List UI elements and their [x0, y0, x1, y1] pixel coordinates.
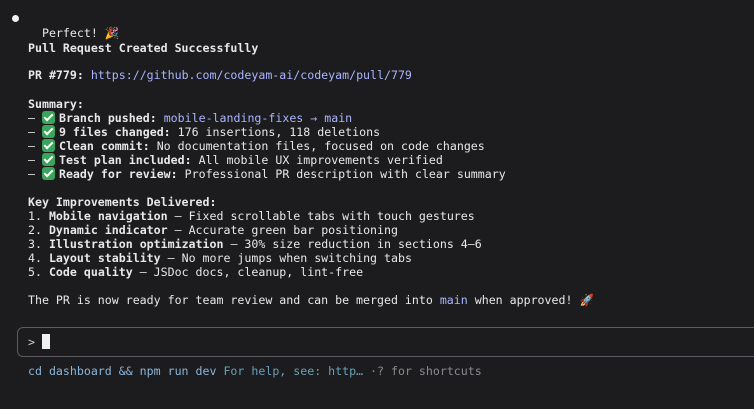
summary-item-label: Test plan included: [58, 153, 192, 167]
improvement-label: Layout stability [48, 251, 161, 265]
summary-item-text: All mobile UX improvements verified [198, 153, 443, 167]
summary-item: – Ready for review: Professional PR desc… [28, 167, 506, 181]
summary-item: – Branch pushed: mobile-landing-fixes → … [28, 111, 352, 125]
improvement-item: 5. Code quality – JSDoc docs, cleanup, l… [28, 265, 363, 279]
improvement-text: – JSDoc docs, cleanup, lint-free [139, 265, 364, 279]
branch-code: main [439, 293, 468, 307]
summary-item-label: Branch pushed: [58, 111, 157, 125]
summary-item-text: 176 insertions, 118 deletions [177, 125, 381, 139]
closing-text-end: when approved! [467, 293, 573, 307]
check-mark-icon [41, 153, 55, 166]
check-mark-icon [41, 125, 55, 138]
footer-command: cd dashboard && npm run dev [28, 364, 217, 378]
list-dash: – [28, 111, 42, 125]
status-bullet-icon [12, 15, 19, 22]
improvement-item: 4. Layout stability – No more jumps when… [28, 251, 412, 265]
closing-text: The PR is now ready for team review and … [28, 293, 440, 307]
improvement-label: Illustration optimization [48, 237, 224, 251]
summary-item-label: Ready for review: [58, 167, 178, 181]
closing-line: The PR is now ready for team review and … [28, 293, 594, 307]
shortcuts-hint: ·? for shortcuts [370, 364, 482, 378]
summary-item-label: 9 files changed: [58, 125, 171, 139]
summary-item-text: No documentation files, focused on code … [156, 139, 485, 153]
improvement-number: 5. [28, 265, 42, 279]
summary-title: Summary: [28, 97, 84, 111]
footer-line: cd dashboard && npm run dev For help, se… [28, 364, 482, 378]
status-label: Perfect! [41, 26, 98, 40]
check-mark-icon [41, 111, 55, 124]
summary-item: – Clean commit: No documentation files, … [28, 139, 485, 153]
improvement-item: 1. Mobile navigation – Fixed scrollable … [28, 209, 475, 223]
prompt-input[interactable]: > [17, 327, 754, 357]
improvements-title: Key Improvements Delivered: [28, 195, 217, 209]
summary-item-label: Clean commit: [58, 139, 150, 153]
pr-line: PR #779: https://github.com/codeyam-ai/c… [28, 68, 412, 82]
pr-link[interactable]: https://github.com/codeyam-ai/codeyam/pu… [91, 68, 412, 82]
list-dash: – [28, 139, 42, 153]
list-dash: – [28, 153, 42, 167]
summary-item-code: mobile-landing-fixes → main [163, 111, 353, 125]
rocket-icon: 🚀 [579, 293, 594, 307]
pr-label: PR #779: [28, 68, 84, 82]
improvement-number: 3. [28, 237, 42, 251]
status-line: Perfect! 🎉 [28, 12, 119, 40]
improvement-text: – Accurate green bar positioning [174, 223, 398, 237]
improvement-text: – No more jumps when switching tabs [167, 251, 412, 265]
check-mark-icon [41, 139, 55, 152]
improvement-label: Code quality [48, 265, 133, 279]
improvement-label: Dynamic indicator [48, 223, 168, 237]
list-dash: – [28, 125, 42, 139]
list-dash: – [28, 167, 42, 181]
summary-item-text: Professional PR description with clear s… [184, 167, 506, 181]
improvement-number: 1. [28, 209, 42, 223]
summary-item: – Test plan included: All mobile UX impr… [28, 153, 443, 167]
text-cursor [42, 334, 50, 349]
improvement-label: Mobile navigation [48, 209, 168, 223]
page-title: Pull Request Created Successfully [28, 41, 259, 55]
prompt-caret: > [28, 335, 35, 349]
improvement-item: 3. Illustration optimization – 30% size … [28, 237, 482, 251]
improvement-item: 2. Dynamic indicator – Accurate green ba… [28, 223, 398, 237]
help-link[interactable]: For help, see: http… [223, 364, 363, 378]
improvement-text: – 30% size reduction in sections 4–6 [230, 237, 482, 251]
improvement-text: – Fixed scrollable tabs with touch gestu… [174, 209, 475, 223]
improvement-number: 2. [28, 223, 42, 237]
improvement-number: 4. [28, 251, 42, 265]
summary-item: – 9 files changed: 176 insertions, 118 d… [28, 125, 380, 139]
party-popper-icon: 🎉 [104, 26, 120, 40]
check-mark-icon [41, 167, 55, 180]
